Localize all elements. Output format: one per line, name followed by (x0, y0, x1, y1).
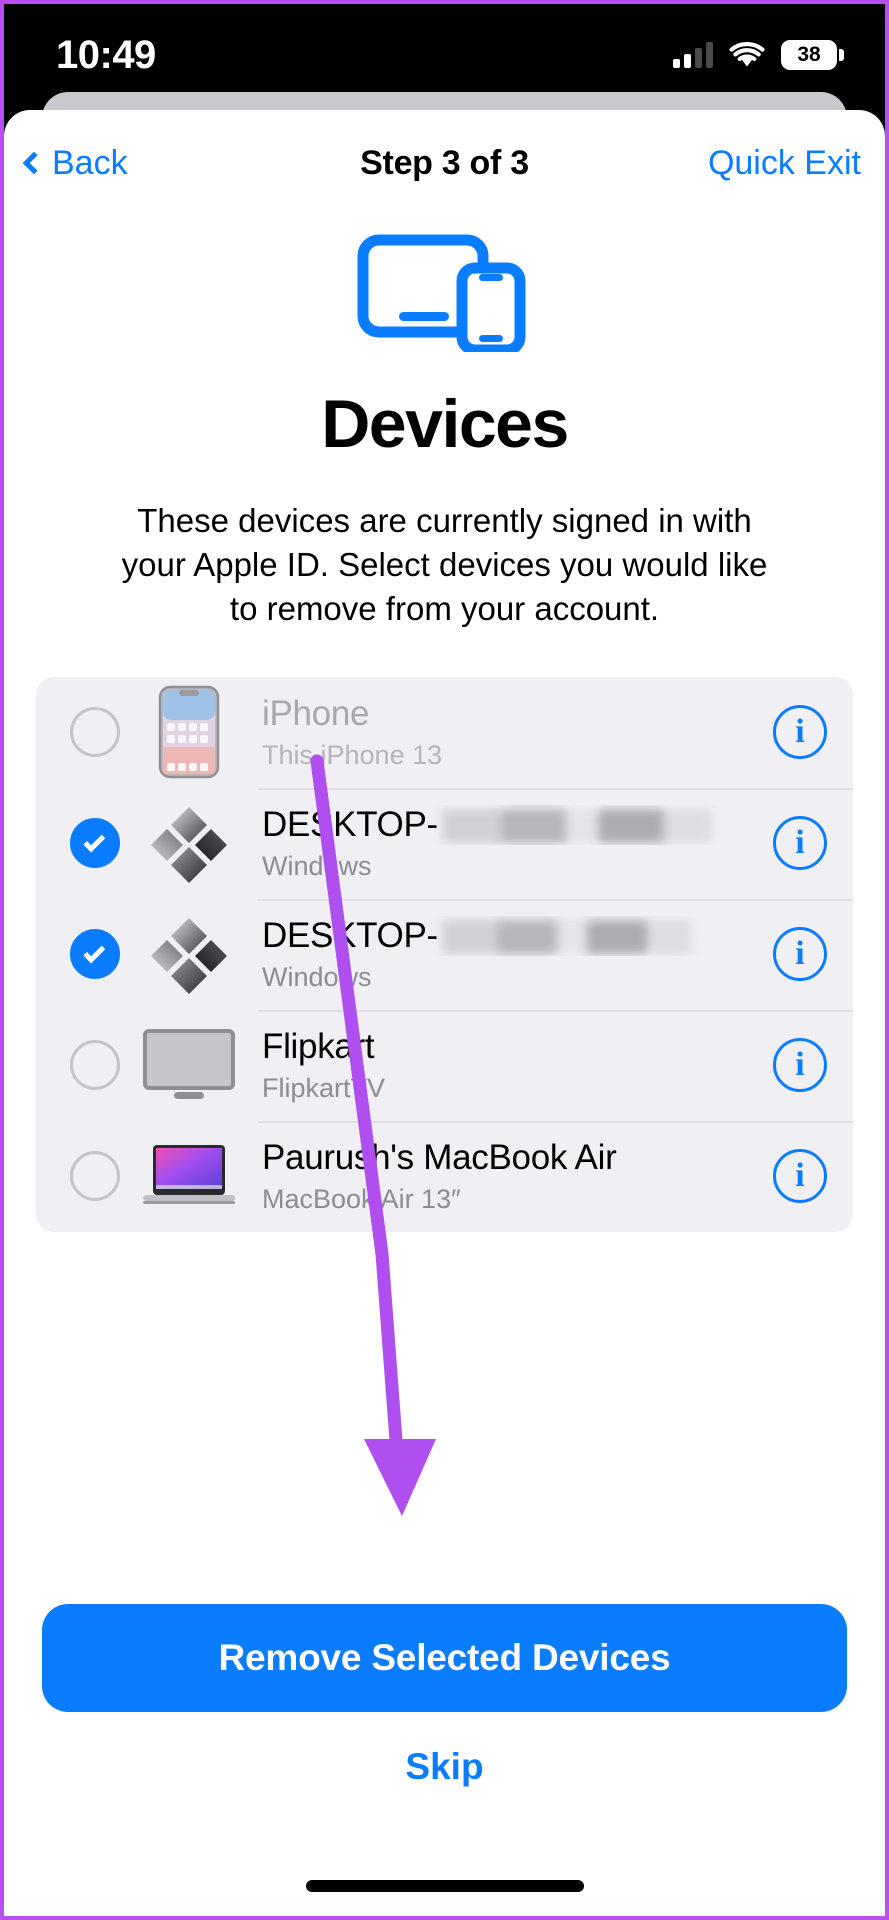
device-subtitle: Windows (262, 850, 372, 881)
censored-device-name (441, 809, 712, 844)
check-icon (83, 830, 106, 852)
hero-section: Devices These devices are currently sign… (4, 216, 885, 631)
iphone-thumbnail (140, 685, 238, 779)
tv-thumbnail (140, 1018, 238, 1112)
modal-sheet: Back Step 3 of 3 Quick Exit Devices Thes… (4, 110, 885, 1916)
navigation-bar: Back Step 3 of 3 Quick Exit (4, 110, 885, 216)
device-meta: Flipkart FlipkartTV (262, 1027, 773, 1104)
device-info-icon[interactable]: i (773, 1038, 827, 1093)
device-name: Paurush's MacBook Air (262, 1137, 617, 1177)
status-bar-indicators: 38 (673, 40, 844, 70)
device-list: iPhone This iPhone 13 i DESKTOP- Windows… (36, 676, 853, 1232)
chevron-left-icon (22, 151, 46, 175)
hero-description: These devices are currently signed in wi… (121, 502, 768, 627)
device-name: DESKTOP- (262, 805, 773, 845)
device-info-icon[interactable]: i (773, 927, 827, 982)
windows-logo-thumbnail (140, 907, 238, 1001)
device-subtitle: Windows (262, 961, 372, 992)
device-row-desktop-2[interactable]: DESKTOP- Windows i (36, 898, 853, 1010)
device-row-macbook-air[interactable]: Paurush's MacBook Air MacBook Air 13″ i (36, 1120, 853, 1232)
quick-exit-button[interactable]: Quick Exit (708, 144, 861, 183)
home-indicator (305, 1880, 584, 1892)
device-meta: DESKTOP- Windows (262, 805, 773, 882)
back-button[interactable]: Back (22, 143, 128, 183)
device-checkbox[interactable] (70, 707, 120, 758)
check-icon (83, 941, 106, 963)
row-separator (258, 787, 853, 790)
phone-frame: 10:49 38 Back Step 3 of 3 Quick Exit Dev… (0, 0, 889, 1920)
status-bar-clock: 10:49 (56, 33, 156, 77)
device-name-text: DESKTOP- (262, 915, 438, 955)
device-name: DESKTOP- (262, 916, 773, 956)
device-name-text: DESKTOP- (262, 804, 438, 844)
battery-level-label: 38 (797, 43, 821, 66)
device-info-icon[interactable]: i (773, 1149, 827, 1204)
cellular-signal-icon (673, 42, 713, 68)
device-row-flipkart-tv[interactable]: Flipkart FlipkartTV i (36, 1009, 853, 1121)
device-subtitle: FlipkartTV (262, 1072, 386, 1103)
device-info-icon[interactable]: i (773, 705, 827, 760)
wifi-icon (729, 42, 765, 68)
back-button-label: Back (52, 143, 128, 182)
remove-selected-devices-button[interactable]: Remove Selected Devices (42, 1604, 847, 1712)
device-row-desktop-1[interactable]: DESKTOP- Windows i (36, 787, 853, 899)
device-name: iPhone (262, 693, 370, 733)
device-meta: iPhone This iPhone 13 (262, 694, 773, 771)
status-bar: 10:49 38 (4, 4, 885, 100)
row-separator (258, 898, 853, 901)
device-row-iphone[interactable]: iPhone This iPhone 13 i (36, 677, 853, 788)
battery-icon: 38 (781, 40, 844, 70)
device-info-icon[interactable]: i (773, 816, 827, 871)
device-checkbox[interactable] (70, 1040, 120, 1091)
device-checkbox[interactable] (70, 929, 120, 980)
devices-icon (357, 230, 532, 357)
device-checkbox[interactable] (70, 1151, 120, 1202)
censored-device-name (441, 920, 692, 955)
device-name: Flipkart (262, 1026, 375, 1066)
device-checkbox[interactable] (70, 818, 120, 869)
row-separator (258, 1009, 853, 1012)
device-meta: Paurush's MacBook Air MacBook Air 13″ (262, 1138, 773, 1215)
device-subtitle: This iPhone 13 (262, 739, 443, 770)
hero-title: Devices (321, 386, 569, 462)
macbook-thumbnail (140, 1129, 238, 1223)
row-separator (258, 1120, 853, 1123)
skip-button[interactable]: Skip (4, 1746, 885, 1788)
device-meta: DESKTOP- Windows (262, 916, 773, 993)
device-subtitle: MacBook Air 13″ (262, 1183, 461, 1214)
windows-logo-thumbnail (140, 796, 238, 890)
